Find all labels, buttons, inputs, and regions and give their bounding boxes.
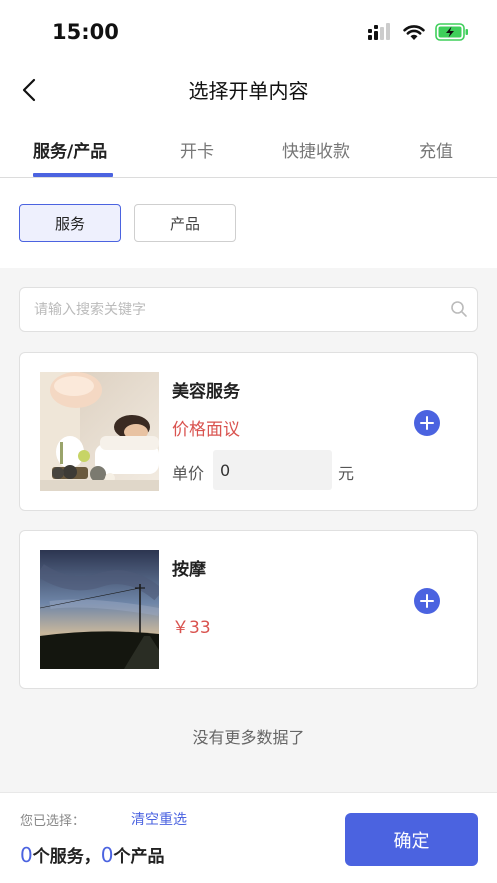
search-box <box>19 287 478 332</box>
add-item-button[interactable] <box>414 410 440 436</box>
tab-recharge[interactable]: 充值 <box>419 137 453 162</box>
plus-icon <box>420 594 434 608</box>
tab-service-product[interactable]: 服务/产品 <box>33 137 107 162</box>
tab-open-card[interactable]: 开卡 <box>180 137 214 162</box>
battery-charging-icon <box>435 23 468 41</box>
service-count: 0 <box>20 843 33 867</box>
tab-quick-payment[interactable]: 快捷收款 <box>282 137 350 162</box>
clear-selection-link[interactable]: 清空重选 <box>131 809 187 829</box>
page-title: 选择开单内容 <box>188 79 309 103</box>
item-price: 价格面议 <box>172 420 240 440</box>
status-time: 15:00 <box>52 20 119 44</box>
tab-bar: 服务/产品 开卡 快捷收款 充值 <box>0 116 497 178</box>
item-card: 按摩 ￥33 <box>19 530 478 689</box>
unit-price-input[interactable] <box>213 450 332 490</box>
status-icons <box>367 23 469 41</box>
item-name: 美容服务 <box>172 382 240 402</box>
nav-bar: 选择开单内容 <box>0 66 497 116</box>
selection-summary: 0个服务，0个产品 <box>20 842 164 867</box>
search-input[interactable] <box>34 288 434 331</box>
status-bar: 15:00 <box>0 0 497 66</box>
add-item-button[interactable] <box>414 588 440 614</box>
item-image-spa <box>40 372 159 491</box>
search-icon[interactable] <box>450 300 468 318</box>
unit-price-suffix: 元 <box>338 464 355 483</box>
item-price: ￥33 <box>172 618 211 638</box>
list-end-text: 没有更多数据了 <box>192 728 305 747</box>
wifi-icon <box>403 24 425 40</box>
signal-icon <box>368 23 390 40</box>
item-image-landscape <box>40 550 159 669</box>
item-card: 美容服务 价格面议 单价 元 <box>19 352 478 511</box>
filter-service-button[interactable]: 服务 <box>19 204 121 242</box>
filter-product-button[interactable]: 产品 <box>134 204 236 242</box>
service-count-text: 个服务， <box>32 847 101 867</box>
confirm-button[interactable]: 确定 <box>345 813 478 866</box>
unit-price-label: 单价 <box>172 464 205 483</box>
plus-icon <box>420 416 434 430</box>
item-name: 按摩 <box>172 560 206 580</box>
product-count: 0 <box>100 843 114 867</box>
type-filter: 服务 产品 <box>0 178 497 268</box>
selected-label: 您已选择： <box>20 814 86 829</box>
product-count-text: 个产品 <box>113 847 165 867</box>
tab-active-indicator <box>33 173 113 177</box>
bottom-bar: 您已选择： 清空重选 0个服务，0个产品 确定 <box>0 792 497 883</box>
